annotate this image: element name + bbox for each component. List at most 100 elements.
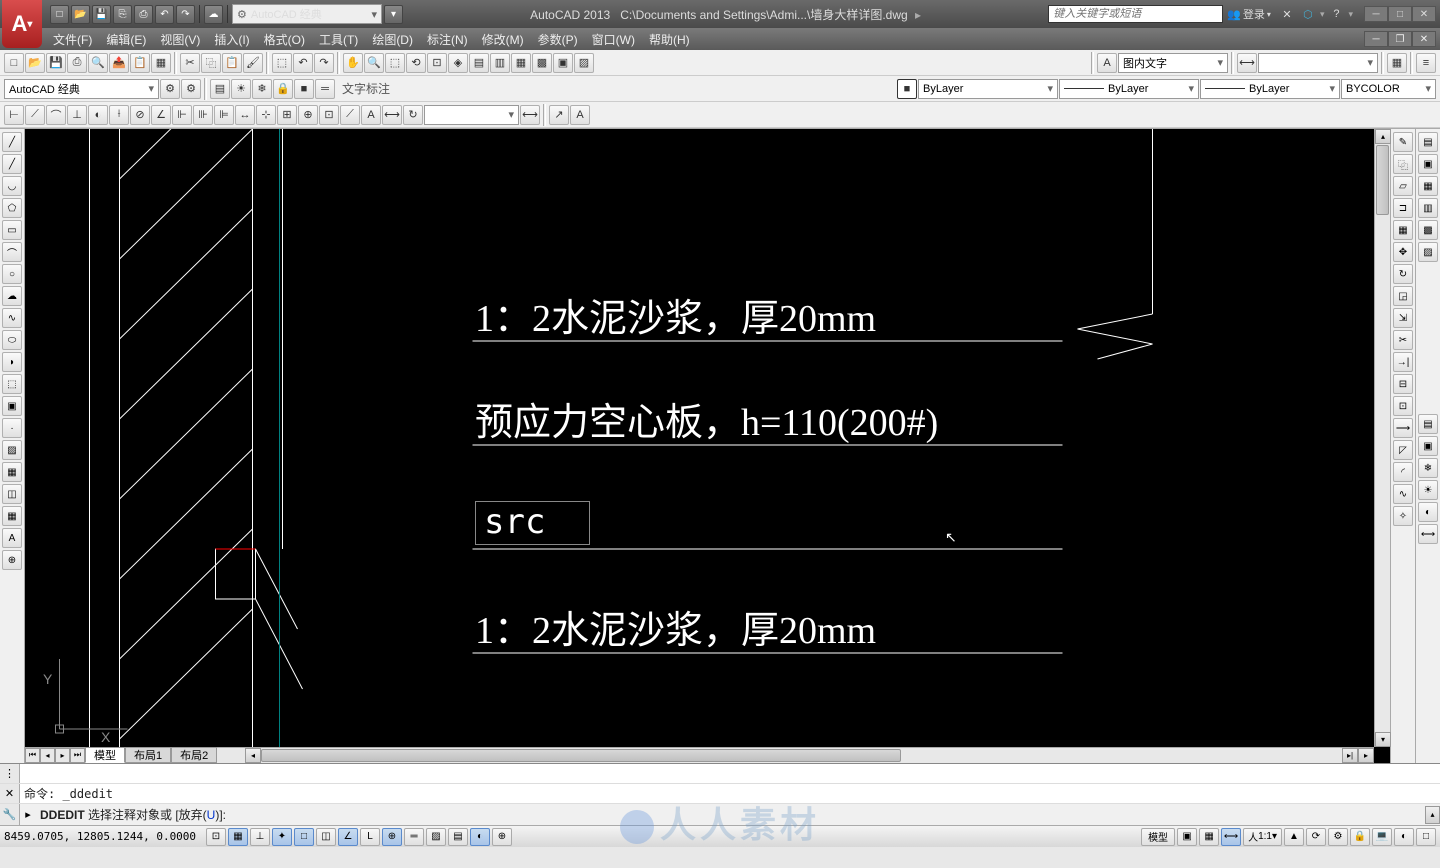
tab-next-icon[interactable]: ▸ [55, 748, 70, 763]
layeriso-icon[interactable]: ◐ [1418, 502, 1438, 522]
annoauto-icon[interactable]: ⟳ [1306, 828, 1326, 846]
osnap-icon[interactable]: □ [294, 828, 314, 846]
dimstyle-dlg-icon[interactable]: ⟷ [520, 105, 540, 125]
v-scroll-thumb[interactable] [1376, 145, 1389, 215]
zoom-win-icon[interactable]: ⬚ [385, 53, 405, 73]
print-icon[interactable]: ⎙ [67, 53, 87, 73]
ellipsearc-icon[interactable]: ◗ [2, 352, 22, 372]
layer-lw-icon[interactable]: ═ [315, 79, 335, 99]
dc-icon[interactable]: ▥ [490, 53, 510, 73]
fillet-icon[interactable]: ◜ [1393, 462, 1413, 482]
linetype-combo[interactable]: ByLayer▾ [1200, 79, 1340, 99]
join-icon[interactable]: ⟶ [1393, 418, 1413, 438]
erase-icon[interactable]: ✎ [1393, 132, 1413, 152]
3dosnap-icon[interactable]: ◫ [316, 828, 336, 846]
otrack-icon[interactable]: ∠ [338, 828, 358, 846]
cmdline-close-icon[interactable]: ✕ [0, 784, 20, 803]
annovis-icon[interactable]: ▲ [1284, 828, 1304, 846]
copyobj-icon[interactable]: ⿻ [1393, 154, 1413, 174]
cleanscreen-icon[interactable]: □ [1416, 828, 1436, 846]
textstyle-icon[interactable]: A [1097, 53, 1117, 73]
dimang-icon[interactable]: ∠ [151, 105, 171, 125]
layer-sun-icon[interactable]: ☀ [231, 79, 251, 99]
menu-parametric[interactable]: 参数(P) [531, 28, 585, 51]
annoscale-combo[interactable]: 人 1:1 ▾ [1243, 828, 1282, 846]
dimaligned-icon[interactable]: ⟋ [25, 105, 45, 125]
dimjog-icon[interactable]: ⟊ [109, 105, 129, 125]
xline-icon[interactable]: ╱ [2, 154, 22, 174]
dimord-icon[interactable]: ⊥ [67, 105, 87, 125]
dimjogline-icon[interactable]: ⟋ [340, 105, 360, 125]
break-icon[interactable]: ⊟ [1393, 374, 1413, 394]
pline-icon[interactable]: ◡ [2, 176, 22, 196]
revcloud-icon[interactable]: ☁ [2, 286, 22, 306]
paste-icon[interactable]: 📋 [222, 53, 242, 73]
horizontal-scrollbar[interactable]: ⏮ ◂ ▸ ⏭ 模型 布局1 布局2 ◂ ▸| ▸ [25, 747, 1374, 763]
ellipse-icon[interactable]: ⬭ [2, 330, 22, 350]
mtext-icon2[interactable]: A [2, 528, 22, 548]
menu-insert[interactable]: 插入(I) [207, 28, 256, 51]
canvas-text-4[interactable]: 1：2水泥沙浆，厚20mm [475, 599, 876, 654]
canvas-text-2[interactable]: 预应力空心板，h=110(200#) [475, 391, 938, 446]
qc-icon[interactable]: ▨ [574, 53, 594, 73]
extend-icon[interactable]: →| [1393, 352, 1413, 372]
offset-icon[interactable]: ⊐ [1393, 198, 1413, 218]
doc-restore[interactable]: ❐ [1388, 31, 1412, 47]
stretch-icon[interactable]: ⇲ [1393, 308, 1413, 328]
qat-more-icon[interactable]: ▾ [384, 5, 403, 24]
qat-open-icon[interactable]: 📂 [71, 5, 90, 24]
menu-view[interactable]: 视图(V) [153, 28, 207, 51]
zoom-ext-icon[interactable]: ⊡ [427, 53, 447, 73]
exchange-icon[interactable]: ✕ [1278, 5, 1296, 23]
qat-new-icon[interactable]: □ [50, 5, 69, 24]
mlstyle-icon[interactable]: ≡ [1416, 53, 1436, 73]
ws-gear-icon[interactable]: ⚙ [160, 79, 180, 99]
pan-icon[interactable]: ✋ [343, 53, 363, 73]
app-menu-button[interactable]: A▾ [2, 0, 42, 48]
spline-icon[interactable]: ∿ [2, 308, 22, 328]
menu-draw[interactable]: 绘图(D) [365, 28, 420, 51]
polarmode-icon[interactable]: ✦ [272, 828, 292, 846]
save-icon[interactable]: 💾 [46, 53, 66, 73]
menu-dimension[interactable]: 标注(N) [420, 28, 475, 51]
cmdline-handle-icon[interactable]: ⋮ [0, 764, 20, 783]
qat-save-icon[interactable]: 💾 [92, 5, 111, 24]
tab-model[interactable]: 模型 [85, 747, 125, 763]
qcalc-icon[interactable]: ▩ [1418, 220, 1438, 240]
tablestyle-icon[interactable]: ▦ [1387, 53, 1407, 73]
tab-layout1[interactable]: 布局1 [125, 747, 171, 763]
qat-cloud-icon[interactable]: ☁ [204, 5, 223, 24]
markup-icon[interactable]: ▣ [553, 53, 573, 73]
quickview-lay-icon[interactable]: ▣ [1177, 828, 1197, 846]
table-icon[interactable]: ▦ [2, 506, 22, 526]
extcmd-icon[interactable]: ▨ [1418, 242, 1438, 262]
toolpal-icon[interactable]: ▥ [1418, 198, 1438, 218]
orthomode-icon[interactable]: ⊥ [250, 828, 270, 846]
redo-icon[interactable]: ↷ [314, 53, 334, 73]
blend-icon[interactable]: ∿ [1393, 484, 1413, 504]
hatch-icon[interactable]: ▨ [2, 440, 22, 460]
scroll-up-icon[interactable]: ▴ [1375, 129, 1391, 144]
chamfer-icon[interactable]: ◸ [1393, 440, 1413, 460]
layer-color-icon[interactable]: ■ [294, 79, 314, 99]
move-icon[interactable]: ✥ [1393, 242, 1413, 262]
groups-icon[interactable]: ▣ [1418, 154, 1438, 174]
color-swatch[interactable]: ■ [897, 79, 917, 99]
cmdline-scroll-up-icon[interactable]: ▴ [1425, 806, 1440, 824]
layer-combo[interactable]: ByLayer▾ [918, 79, 1058, 99]
scroll-left-icon[interactable]: ◂ [245, 748, 261, 763]
h-splitter-icon[interactable]: ▸| [1342, 748, 1358, 763]
cut-icon[interactable]: ✂ [180, 53, 200, 73]
drawing-canvas[interactable]: 1：2水泥沙浆，厚20mm 预应力空心板，h=110(200#) src 1：2… [25, 129, 1390, 763]
preview-icon[interactable]: 🔍 [88, 53, 108, 73]
hardware-icon[interactable]: 💻 [1372, 828, 1392, 846]
layeroff-icon[interactable]: ☀ [1418, 480, 1438, 500]
scroll-down-icon[interactable]: ▾ [1375, 732, 1391, 747]
plotstyle-combo[interactable]: BYCOLOR▾ [1341, 79, 1436, 99]
scroll-right-icon[interactable]: ▸ [1358, 748, 1374, 763]
dimedit-icon[interactable]: A [361, 105, 381, 125]
mtext-icon[interactable]: A [570, 105, 590, 125]
ssm-icon[interactable]: ▩ [532, 53, 552, 73]
tolerance-icon[interactable]: ⊞ [277, 105, 297, 125]
cmdline-dropdown-icon[interactable]: ▸ [20, 808, 36, 821]
